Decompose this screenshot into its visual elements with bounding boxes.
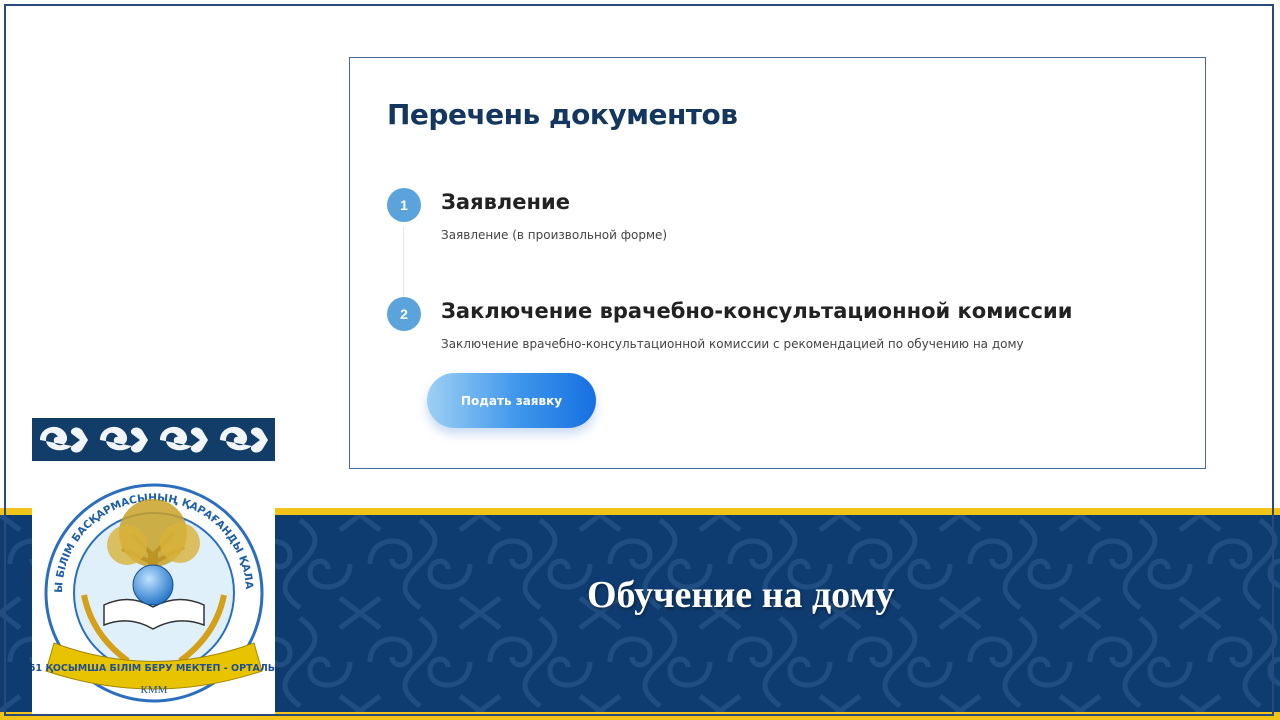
step-title: Заключение врачебно-консультационной ком… <box>441 299 1073 323</box>
school-emblem-icon: ҚАРАҒАНДЫ ОБЛЫСЫ БІЛІМ БАСҚАРМАСЫНЫҢ ҚАР… <box>14 466 294 703</box>
ornament-icon <box>32 412 275 467</box>
submit-application-button[interactable]: Подать заявку <box>427 373 596 428</box>
documents-title: Перечень документов <box>387 98 738 131</box>
banner-title: Обучение на дому <box>587 574 895 616</box>
step-description: Заявление (в произвольной форме) <box>441 228 668 242</box>
steps-connector <box>403 226 404 302</box>
step-title: Заявление <box>441 190 570 214</box>
step-description: Заключение врачебно-консультационной ком… <box>441 337 1024 351</box>
school-logo: ҚАРАҒАНДЫ ОБЛЫСЫ БІЛІМ БАСҚАРМАСЫНЫҢ ҚАР… <box>14 466 294 715</box>
svg-text:№ 51 ҚОСЫМША БІЛІМ БЕРУ МЕКТЕП: № 51 ҚОСЫМША БІЛІМ БЕРУ МЕКТЕП - ОРТАЛЫҒ… <box>32 663 275 674</box>
step-number-badge: 1 <box>387 188 421 222</box>
svg-text:КММ: КММ <box>141 684 168 696</box>
ornament-strip <box>32 412 275 467</box>
step-number-badge: 2 <box>387 297 421 331</box>
documents-card: Перечень документов 1 Заявление Заявлени… <box>349 57 1206 469</box>
